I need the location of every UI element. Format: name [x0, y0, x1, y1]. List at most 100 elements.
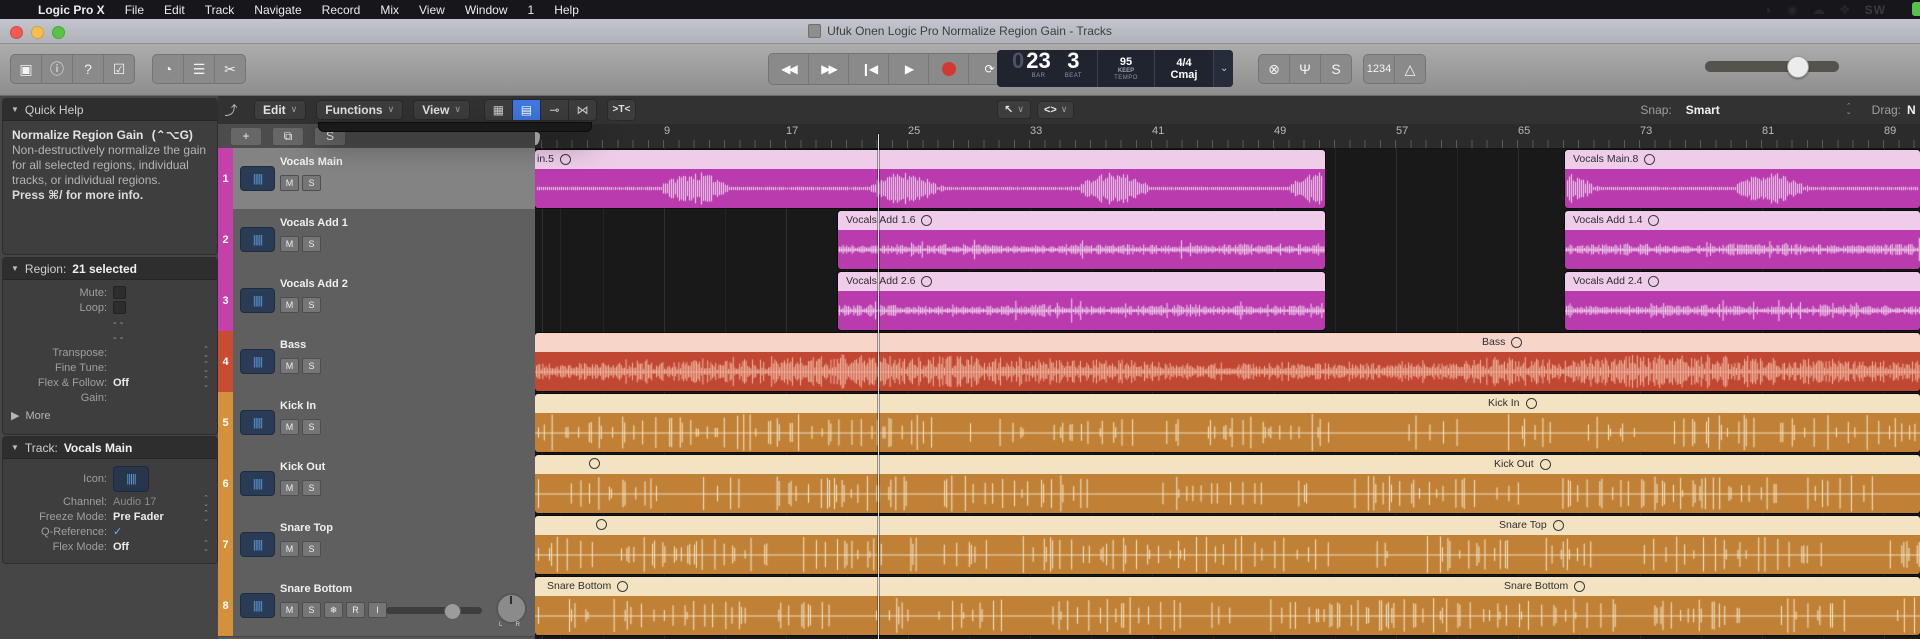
grid-view-button[interactable]: ▦	[484, 99, 513, 120]
value-stepper[interactable]: ⌃ ⌄	[203, 376, 213, 389]
menubar-item-mix[interactable]: Mix	[370, 3, 409, 17]
forward-button[interactable]: ▶▶	[809, 54, 849, 84]
value-stepper[interactable]: ⌃ ⌄	[203, 495, 213, 508]
track-header-vocals-add-1[interactable]: 2 ||||| Vocals Add 1 MS	[218, 209, 535, 271]
region-vocals-add-1-6[interactable]: Vocals Add 1.6	[838, 211, 1325, 269]
region-drum[interactable]: Kick Out	[535, 455, 1920, 513]
solo-button[interactable]: S	[1321, 55, 1351, 83]
track-mute-button[interactable]: M	[280, 419, 299, 435]
track-header-vocals-main[interactable]: 1 ||||| Vocals Main M S	[218, 148, 535, 210]
dropbox-icon[interactable]: ❖	[1839, 2, 1851, 18]
value-stepper[interactable]: ⌃ ⌄	[203, 361, 213, 374]
zoom-window-button[interactable]	[52, 26, 65, 39]
add-track-button[interactable]: +	[230, 126, 262, 146]
menubar-item-track[interactable]: Track	[195, 3, 245, 17]
inspector-row-value[interactable]: - -	[113, 332, 123, 344]
region-more-toggle[interactable]: ▶ More	[3, 405, 217, 426]
checkbox[interactable]	[113, 301, 126, 314]
quick-help-header[interactable]: ▼ Quick Help	[3, 99, 217, 121]
flex-button[interactable]: ⋈	[568, 99, 596, 120]
menubar-item-edit[interactable]: Edit	[154, 3, 195, 17]
track-solo-button[interactable]: S	[302, 602, 321, 618]
snap-value-dropdown[interactable]: Smart	[1686, 103, 1720, 117]
track-freeze-button[interactable]: ❄	[324, 602, 343, 618]
editors-button[interactable]: ✂	[215, 55, 245, 83]
track-header-bass[interactable]: 4 ||||| Bass M S	[218, 331, 535, 393]
value-stepper[interactable]: ⌃ ⌄	[203, 510, 213, 523]
track-solo-button[interactable]: S	[302, 541, 321, 557]
count-in-button[interactable]: 1234	[1364, 55, 1395, 83]
mixer-button[interactable]: ☰	[184, 55, 215, 83]
track-inspector-header[interactable]: ▼ Track: Vocals Main	[3, 437, 217, 459]
track-header-snare-top[interactable]: 7 ||||| Snare Top M S	[218, 514, 535, 576]
track-view-button[interactable]: ▤	[512, 99, 541, 120]
quick-help-button[interactable]: ?	[73, 55, 104, 83]
bar-ruler[interactable]: 9 17 25 33 41 49 57 65 73 81 89	[535, 124, 1920, 149]
cloud-icon[interactable]: ☁	[1812, 2, 1825, 18]
inspector-row-value[interactable]: - -	[113, 317, 123, 329]
evernote-icon[interactable]: ◗	[1765, 2, 1773, 17]
view-menu-button[interactable]: View ∨	[413, 99, 470, 120]
inspector-row-value[interactable]: Off	[113, 541, 129, 553]
track-mute-button[interactable]: M	[280, 236, 299, 252]
track-mute-button[interactable]: M	[280, 358, 299, 374]
close-window-button[interactable]	[10, 26, 23, 39]
track-input-monitor-button[interactable]: I	[368, 602, 387, 618]
edit-menu-button[interactable]: Edit ∨	[254, 99, 307, 120]
stop-go-to-beginning-button[interactable]: ❙◀	[849, 54, 889, 84]
duplicate-track-button[interactable]: ⧉	[272, 126, 304, 146]
play-button[interactable]: ▶	[889, 54, 929, 84]
arrange-area[interactable]: 9 17 25 33 41 49 57 65 73 81 89 in.5 Vocals Main.8 V…	[535, 124, 1920, 639]
track-header-snare-bottom[interactable]: 8 ||||| Snare Bottom M S ❄ R I L R	[218, 575, 535, 637]
track-mute-button[interactable]: M	[280, 175, 299, 191]
circle-arrow-icon[interactable]: ◉	[1787, 2, 1798, 18]
track-mute-button[interactable]: M	[280, 602, 299, 618]
master-volume-knob[interactable]	[1787, 56, 1809, 78]
metronome-button[interactable]: △	[1395, 55, 1425, 83]
track-mute-button[interactable]: M	[280, 480, 299, 496]
inspector-row-value[interactable]: Pre Fader	[113, 511, 164, 523]
menubar-item-view[interactable]: View	[409, 3, 455, 17]
functions-menu-button[interactable]: Functions ∨	[316, 99, 404, 120]
tuner-button[interactable]: Ψ	[1290, 55, 1321, 83]
track-solo-button[interactable]: S	[302, 480, 321, 496]
track-volume-slider[interactable]	[386, 603, 482, 620]
inspector-row-value[interactable]: Off	[113, 377, 129, 389]
track-header-kick-out[interactable]: 6 ||||| Kick Out M S	[218, 453, 535, 515]
rewind-button[interactable]: ◀◀	[769, 54, 809, 84]
lcd-mode-chevron[interactable]: ⌄	[1214, 50, 1233, 87]
snap-stepper[interactable]: ⌃ ⌄	[1846, 103, 1852, 116]
region-inspector-header[interactable]: ▼ Region: 21 selected	[3, 258, 217, 280]
record-button[interactable]	[929, 54, 969, 84]
menubar-item-window[interactable]: Window	[455, 3, 518, 17]
track-header-vocals-add-2[interactable]: 3 ||||| Vocals Add 2 MS	[218, 270, 535, 332]
value-stepper[interactable]: ⌃ ⌄	[203, 540, 213, 553]
track-icon-button[interactable]: |||||	[113, 466, 149, 492]
region-vocals-add-1-4[interactable]: Vocals Add 1.4	[1565, 211, 1920, 269]
track-mute-button[interactable]: M	[280, 297, 299, 313]
region-vocals-main-8[interactable]: Vocals Main.8	[1565, 150, 1920, 208]
track-mute-button[interactable]: M	[280, 541, 299, 557]
q-reference-checkbox[interactable]: ✓	[113, 525, 122, 538]
lcd-display[interactable]: 0 23 BAR 3 BEAT 95 KEEP TEMPO 4/4 Cmaj ⌄	[997, 50, 1233, 87]
track-volume-knob[interactable]	[444, 603, 461, 620]
drag-value-dropdown[interactable]: N	[1907, 103, 1916, 117]
track-solo-button[interactable]: S	[302, 236, 321, 252]
smart-controls-button[interactable]: ◔	[153, 55, 184, 83]
inspector-row-value[interactable]: Audio 17	[113, 496, 156, 508]
no-input-monitoring-button[interactable]: ⊗	[1259, 55, 1290, 83]
region-drum[interactable]: Snare Top	[535, 516, 1920, 574]
region-in-5[interactable]: in.5	[535, 150, 1325, 208]
track-solo-button[interactable]: S	[302, 419, 321, 435]
region-kick-in[interactable]: Kick In	[535, 394, 1920, 452]
track-pan-knob[interactable]	[496, 593, 527, 624]
region-vocals-add-2-6[interactable]: Vocals Add 2.6	[838, 272, 1325, 330]
track-solo-button[interactable]: S	[302, 297, 321, 313]
minimize-window-button[interactable]	[31, 26, 44, 39]
region-snare-bottom[interactable]: Snare Bottom Snare Bottom	[535, 577, 1920, 635]
menubar-item-logic-pro-x[interactable]: Logic Pro X	[28, 3, 115, 17]
master-volume-slider[interactable]	[1705, 56, 1839, 78]
track-solo-button[interactable]: S	[302, 175, 321, 191]
region-vocals-add-2-4[interactable]: Vocals Add 2.4	[1565, 272, 1920, 330]
value-stepper[interactable]: ⌃ ⌄	[203, 346, 213, 359]
